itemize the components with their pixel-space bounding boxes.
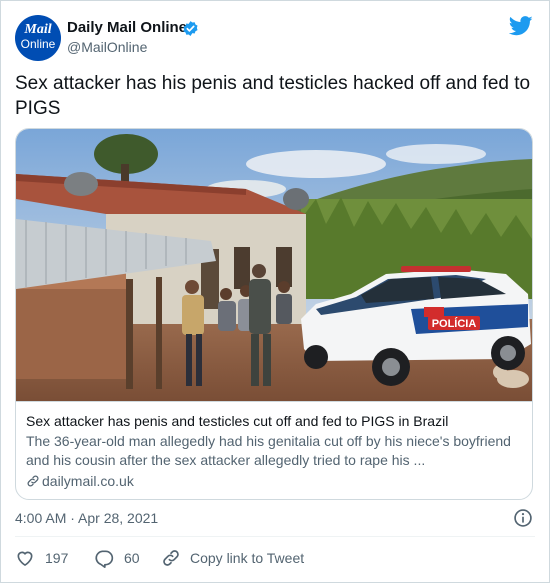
reply-icon <box>95 550 114 568</box>
link-icon <box>27 475 39 487</box>
tweet: Mail Online Daily Mail Online @MailOnlin… <box>0 0 550 583</box>
info-icon[interactable] <box>513 508 533 528</box>
account-name[interactable]: Daily Mail Online <box>67 19 187 37</box>
verified-badge-icon <box>183 21 198 36</box>
avatar[interactable]: Mail Online <box>15 15 61 61</box>
copy-link-label: Copy link to Tweet <box>190 550 305 566</box>
avatar-logo-top: Mail <box>24 22 52 37</box>
card-title[interactable]: Sex attacker has penis and testicles cut… <box>26 412 448 430</box>
avatar-logo-bottom: Online <box>20 37 56 51</box>
car-police-label: POLÍCIA <box>432 317 477 330</box>
twitter-bird-icon[interactable] <box>509 16 533 36</box>
card-description: The 36-year-old man allegedly had his ge… <box>26 433 511 468</box>
reply-button[interactable]: 60 <box>94 547 144 569</box>
like-button[interactable]: 197 <box>15 547 75 569</box>
account-handle[interactable]: @MailOnline <box>67 39 147 55</box>
card-image[interactable]: POLÍCIA <box>16 129 532 401</box>
card-body[interactable]: Sex attacker has penis and testicles cut… <box>16 401 532 499</box>
reply-count: 60 <box>124 550 140 566</box>
tweet-timestamp[interactable]: 4:00 AM · Apr 28, 2021 <box>15 509 158 527</box>
link-icon <box>163 550 179 566</box>
card-domain[interactable]: dailymail.co.uk <box>26 472 134 490</box>
like-count: 197 <box>45 550 69 566</box>
link-card[interactable]: POLÍCIA Sex attacker has penis and testi… <box>15 128 533 500</box>
card-domain-text: dailymail.co.uk <box>42 473 134 489</box>
heart-icon <box>17 551 33 566</box>
copy-link-button[interactable]: Copy link to Tweet <box>161 547 321 569</box>
tweet-text: Sex attacker has his penis and testicles… <box>15 73 531 119</box>
actions-divider <box>15 536 535 537</box>
